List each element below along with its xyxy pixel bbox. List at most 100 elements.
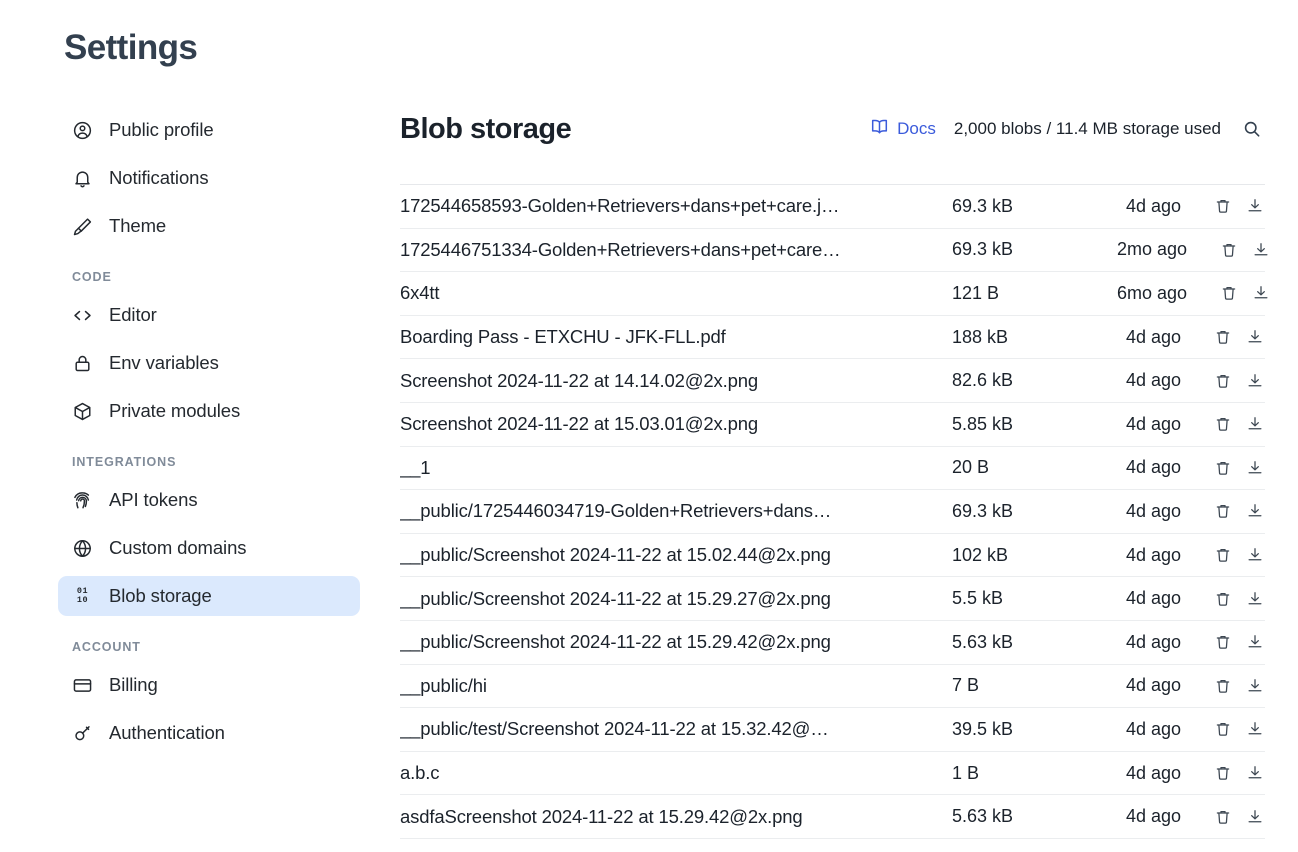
trash-icon[interactable]: [1213, 676, 1233, 696]
blob-size: 20 B: [952, 457, 1117, 478]
row-actions: [1201, 719, 1265, 739]
blob-time: 4d ago: [1117, 545, 1201, 566]
sidebar-item-label: Blob storage: [109, 585, 212, 607]
trash-icon[interactable]: [1213, 719, 1233, 739]
fingerprint-icon: [72, 490, 93, 511]
table-row[interactable]: Boarding Pass - ETXCHU - JFK-FLL.pdf188 …: [400, 316, 1265, 360]
sidebar-group-title-code: CODE: [58, 270, 360, 284]
download-icon[interactable]: [1245, 719, 1265, 739]
row-actions: [1201, 807, 1265, 827]
row-actions: [1201, 414, 1265, 434]
trash-icon[interactable]: [1213, 414, 1233, 434]
docs-link[interactable]: Docs: [870, 117, 936, 141]
trash-icon[interactable]: [1213, 327, 1233, 347]
table-row[interactable]: __public/test/Screenshot 2024-11-22 at 1…: [400, 708, 1265, 752]
row-actions: [1201, 763, 1265, 783]
sidebar-item-env-variables[interactable]: Env variables: [58, 343, 360, 383]
trash-icon[interactable]: [1213, 545, 1233, 565]
download-icon[interactable]: [1245, 807, 1265, 827]
download-icon[interactable]: [1245, 501, 1265, 521]
download-icon[interactable]: [1245, 763, 1265, 783]
code-brackets-icon: [72, 305, 93, 326]
download-icon[interactable]: [1245, 676, 1265, 696]
sidebar-item-label: Editor: [109, 304, 157, 326]
download-icon[interactable]: [1245, 327, 1265, 347]
settings-sidebar: Public profile Notifications Theme CODE Edit…: [58, 110, 360, 761]
sidebar-item-public-profile[interactable]: Public profile: [58, 110, 360, 150]
sidebar-item-label: Billing: [109, 674, 158, 696]
sidebar-item-label: API tokens: [109, 489, 197, 511]
table-row[interactable]: 172544658593-Golden+Retrievers+dans+pet+…: [400, 185, 1265, 229]
blob-size: 5.63 kB: [952, 632, 1117, 653]
search-icon[interactable]: [1239, 116, 1265, 142]
blob-time: 4d ago: [1117, 806, 1201, 827]
sidebar-item-custom-domains[interactable]: Custom domains: [58, 528, 360, 568]
table-row[interactable]: __120 B4d ago: [400, 447, 1265, 491]
sidebar-item-theme[interactable]: Theme: [58, 206, 360, 246]
blob-size: 39.5 kB: [952, 719, 1117, 740]
sidebar-item-editor[interactable]: Editor: [58, 295, 360, 335]
sidebar-item-blob-storage[interactable]: 0110Blob storage: [58, 576, 360, 616]
download-icon[interactable]: [1245, 545, 1265, 565]
table-row[interactable]: Screenshot 2024-11-22 at 14.14.02@2x.png…: [400, 359, 1265, 403]
table-row[interactable]: __public/Screenshot 2024-11-22 at 15.29.…: [400, 621, 1265, 665]
blob-size: 7 B: [952, 675, 1117, 696]
trash-icon[interactable]: [1213, 501, 1233, 521]
download-icon[interactable]: [1251, 283, 1271, 303]
sidebar-item-notifications[interactable]: Notifications: [58, 158, 360, 198]
download-icon[interactable]: [1245, 589, 1265, 609]
table-row[interactable]: __public/hi7 B4d ago: [400, 665, 1265, 709]
blob-size: 5.63 kB: [952, 806, 1117, 827]
trash-icon[interactable]: [1213, 807, 1233, 827]
trash-icon[interactable]: [1219, 283, 1239, 303]
sidebar-item-authentication[interactable]: Authentication: [58, 713, 360, 753]
blob-time: 4d ago: [1117, 196, 1201, 217]
download-icon[interactable]: [1245, 371, 1265, 391]
row-actions: [1207, 240, 1271, 260]
trash-icon[interactable]: [1219, 240, 1239, 260]
download-icon[interactable]: [1245, 458, 1265, 478]
sidebar-item-api-tokens[interactable]: API tokens: [58, 480, 360, 520]
row-actions: [1201, 545, 1265, 565]
download-icon[interactable]: [1245, 632, 1265, 652]
table-row[interactable]: __public/1725446034719-Golden+Retrievers…: [400, 490, 1265, 534]
download-icon[interactable]: [1245, 196, 1265, 216]
blob-time: 6mo ago: [1117, 283, 1207, 304]
blob-name: 6x4tt: [400, 282, 952, 304]
blob-name: __public/Screenshot 2024-11-22 at 15.02.…: [400, 544, 952, 566]
trash-icon[interactable]: [1213, 632, 1233, 652]
table-row[interactable]: __public/Screenshot 2024-11-22 at 15.02.…: [400, 534, 1265, 578]
sidebar-item-label: Custom domains: [109, 537, 246, 559]
download-icon[interactable]: [1251, 240, 1271, 260]
sidebar-item-label: Private modules: [109, 400, 240, 422]
blob-name: __public/Screenshot 2024-11-22 at 15.29.…: [400, 631, 952, 653]
table-row[interactable]: 1725446751334-Golden+Retrievers+dans+pet…: [400, 229, 1265, 273]
trash-icon[interactable]: [1213, 196, 1233, 216]
trash-icon[interactable]: [1213, 458, 1233, 478]
trash-icon[interactable]: [1213, 371, 1233, 391]
trash-icon[interactable]: [1213, 763, 1233, 783]
sidebar-item-private-modules[interactable]: Private modules: [58, 391, 360, 431]
sidebar-item-billing[interactable]: Billing: [58, 665, 360, 705]
table-row[interactable]: asdfaScreenshot 2024-11-22 at 15.29.42@2…: [400, 795, 1265, 839]
blob-size: 102 kB: [952, 545, 1117, 566]
sidebar-item-label: Authentication: [109, 722, 225, 744]
blob-time: 2mo ago: [1117, 239, 1207, 260]
blob-time: 4d ago: [1117, 675, 1201, 696]
download-icon[interactable]: [1245, 414, 1265, 434]
section-title: Blob storage: [400, 113, 870, 146]
sidebar-group-title-integrations: INTEGRATIONS: [58, 455, 360, 469]
row-actions: [1201, 501, 1265, 521]
table-row[interactable]: 6x4tt121 B6mo ago: [400, 272, 1265, 316]
settings-page: Settings Public profileNotificationsThem…: [0, 0, 1298, 852]
trash-icon[interactable]: [1213, 589, 1233, 609]
table-row[interactable]: __public/Screenshot 2024-11-22 at 15.29.…: [400, 577, 1265, 621]
sidebar-group-title-account: ACCOUNT: [58, 640, 360, 654]
blob-name: 172544658593-Golden+Retrievers+dans+pet+…: [400, 195, 952, 217]
credit-card-icon: [72, 675, 93, 696]
blob-name: Screenshot 2024-11-22 at 15.03.01@2x.png: [400, 413, 952, 435]
table-row[interactable]: a.b.c1 B4d ago: [400, 752, 1265, 796]
blob-time: 4d ago: [1117, 501, 1201, 522]
table-row[interactable]: Screenshot 2024-11-22 at 15.03.01@2x.png…: [400, 403, 1265, 447]
blob-size: 121 B: [952, 283, 1117, 304]
